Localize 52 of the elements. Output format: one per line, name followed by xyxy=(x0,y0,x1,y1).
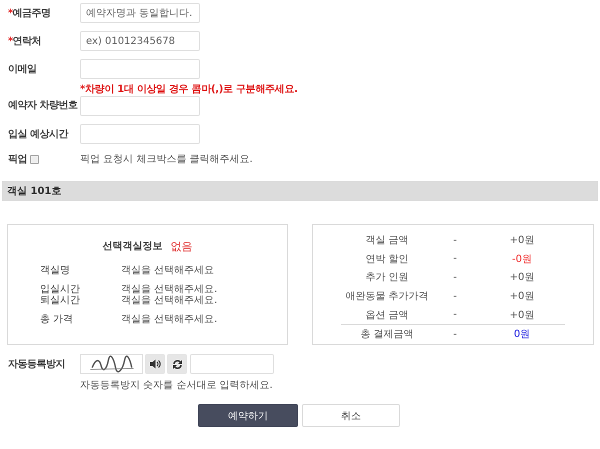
dash-text: - xyxy=(452,328,458,340)
price-label: 옵션 금액 xyxy=(364,308,410,322)
status-text: 없음 xyxy=(170,239,192,254)
input-field[interactable] xyxy=(80,96,200,116)
info-value: 객실을 선택해주세요. xyxy=(121,295,218,306)
input-field[interactable]: 예약자명과 동일합니다. xyxy=(80,3,200,23)
panel-title: 선택객실정보 xyxy=(102,240,162,254)
field-label: *예금주명 xyxy=(8,7,52,20)
checkbox-note: 픽업 요청시 체크박스를 클릭해주세요. xyxy=(80,153,254,166)
price-amount: -0원 xyxy=(511,252,533,266)
audio-button[interactable] xyxy=(145,354,165,374)
dash-text: - xyxy=(452,253,458,264)
checkbox[interactable] xyxy=(30,154,39,164)
input-field[interactable]: ex) 01012345678 xyxy=(80,31,200,51)
input-field[interactable] xyxy=(80,124,200,144)
info-label: 입실시간 xyxy=(40,284,81,295)
input-field[interactable] xyxy=(80,59,200,79)
info-value: 객실을 선택해주세요 xyxy=(121,265,216,276)
price-label: 총 결제금액 xyxy=(359,328,415,342)
submit-button[interactable]: 예약하기 xyxy=(198,404,298,427)
info-label: 퇴실시간 xyxy=(40,295,81,306)
captcha-input[interactable] xyxy=(190,354,274,374)
section-header: 객실 101호 xyxy=(2,181,598,201)
price-amount: +0원 xyxy=(508,308,536,322)
info-label: 총 가격 xyxy=(40,314,74,325)
price-amount: 0원 xyxy=(512,328,532,342)
captcha-hint: 자동등록방지 숫자를 순서대로 입력하세요. xyxy=(80,379,274,392)
refresh-button[interactable] xyxy=(167,354,187,374)
field-label: 자동등록방지 xyxy=(8,358,66,371)
field-label: 입실 예상시간 xyxy=(8,128,70,141)
cancel-button[interactable]: 취소 xyxy=(302,404,400,427)
refresh-icon xyxy=(172,358,182,370)
dash-text: - xyxy=(452,272,458,283)
price-label: 객실 금액 xyxy=(364,234,410,248)
price-amount: +0원 xyxy=(508,234,536,248)
dash-text: - xyxy=(452,309,458,320)
field-label: 픽업 xyxy=(8,153,27,166)
field-hint: *차량이 1대 이상일 경우 콤마(,)로 구분해주세요. xyxy=(80,84,298,96)
dash-text: - xyxy=(452,234,458,246)
field-label: 예약자 차량번호 xyxy=(8,99,78,113)
price-amount: +0원 xyxy=(508,290,536,304)
field-label: 이메일 xyxy=(8,63,38,76)
price-label: 연박 할인 xyxy=(364,252,410,266)
price-amount: +0원 xyxy=(508,271,536,284)
info-value: 객실을 선택해주세요. xyxy=(121,284,218,295)
dash-text: - xyxy=(452,290,458,302)
price-label: 애완동물 추가가격 xyxy=(344,290,430,304)
info-label: 객실명 xyxy=(40,265,71,276)
info-value: 객실을 선택해주세요. xyxy=(121,314,218,325)
field-label: *연락처 xyxy=(8,35,42,48)
price-label: 추가 인원 xyxy=(364,271,410,284)
speaker-icon xyxy=(150,359,160,369)
